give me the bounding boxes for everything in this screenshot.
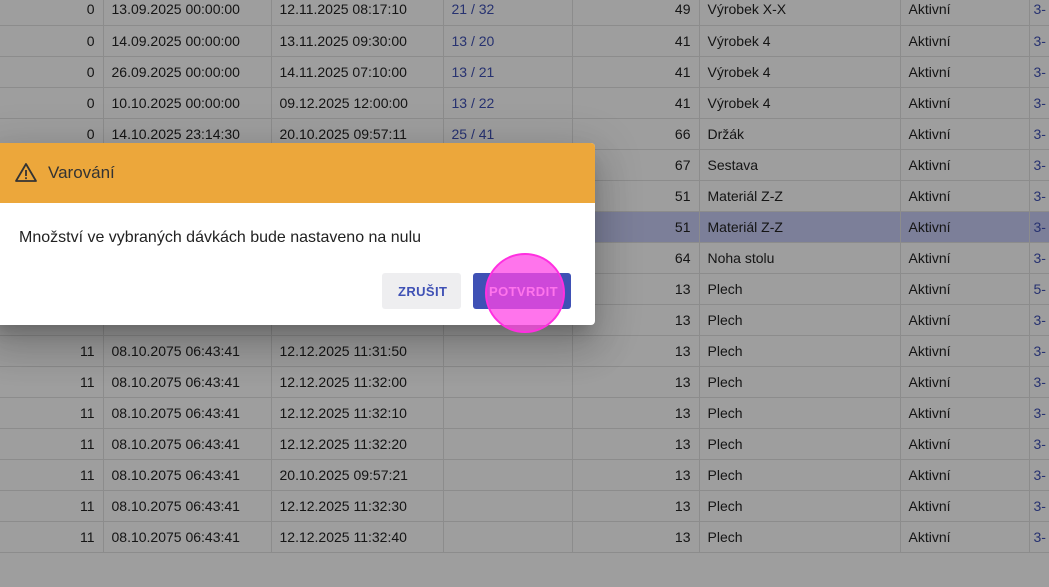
- warning-dialog: Varování Množství ve vybraných dávkách b…: [0, 143, 595, 325]
- cancel-button[interactable]: ZRUŠIT: [382, 273, 461, 309]
- warning-icon: [14, 161, 38, 185]
- dialog-title: Varování: [48, 163, 115, 182]
- confirm-button[interactable]: POTVRDIT: [473, 273, 571, 309]
- dialog-header: Varování: [0, 143, 595, 203]
- dialog-message: Množství ve vybraných dávkách bude nasta…: [19, 229, 422, 246]
- dialog-actions: ZRUŠIT POTVRDIT: [382, 273, 571, 309]
